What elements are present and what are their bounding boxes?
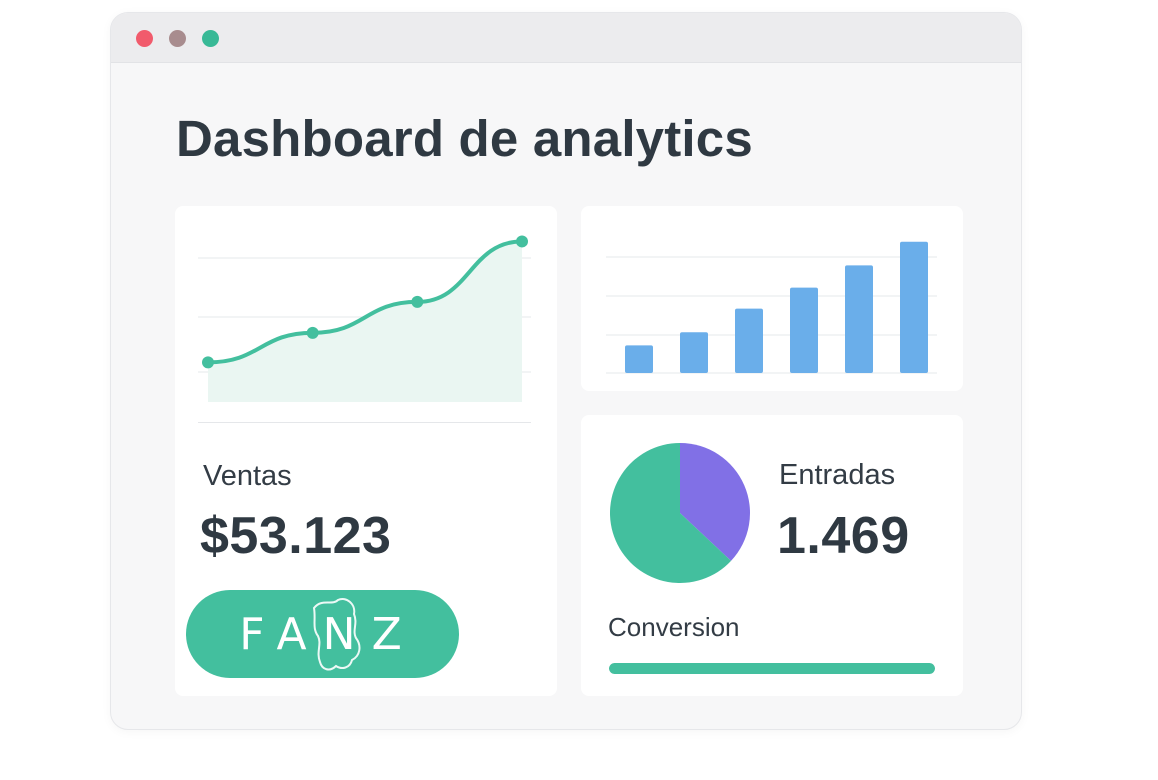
bar-chart-card [581,206,963,391]
line-point-1 [202,356,214,369]
browser-window: Dashboard de analytics Ventas $53.123 FA… [110,12,1022,730]
page-title: Dashboard de analytics [176,110,753,167]
window-titlebar [111,13,1021,63]
bar-2 [680,332,708,373]
fanz-button-label: FANZ [239,608,418,660]
entries-card: Entradas 1.469 Conversion [581,415,963,696]
pie-chart [610,443,750,583]
bar-1 [625,345,653,373]
bar-4 [790,287,818,373]
bar-chart [606,241,937,374]
conversion-label: Conversion [608,612,740,642]
bar-3 [735,308,763,373]
entries-value: 1.469 [777,507,910,565]
minimize-window-button[interactable] [169,30,186,47]
conversion-progress-bar [609,663,935,674]
close-window-button[interactable] [136,30,153,47]
line-point-4 [516,235,528,248]
entries-label: Entradas [779,459,896,491]
sales-card: Ventas $53.123 FANZ [175,206,557,696]
line-point-2 [306,326,319,339]
line-point-3 [411,295,424,308]
bar-5 [845,265,873,373]
sales-label: Ventas [203,460,292,492]
maximize-window-button[interactable] [202,30,219,47]
conversion-progress-fill [609,663,935,674]
card-divider [198,422,531,423]
sales-line-chart [198,235,531,402]
sales-value: $53.123 [200,507,392,565]
bar-6 [900,241,928,373]
fanz-button[interactable]: FANZ [186,590,459,678]
